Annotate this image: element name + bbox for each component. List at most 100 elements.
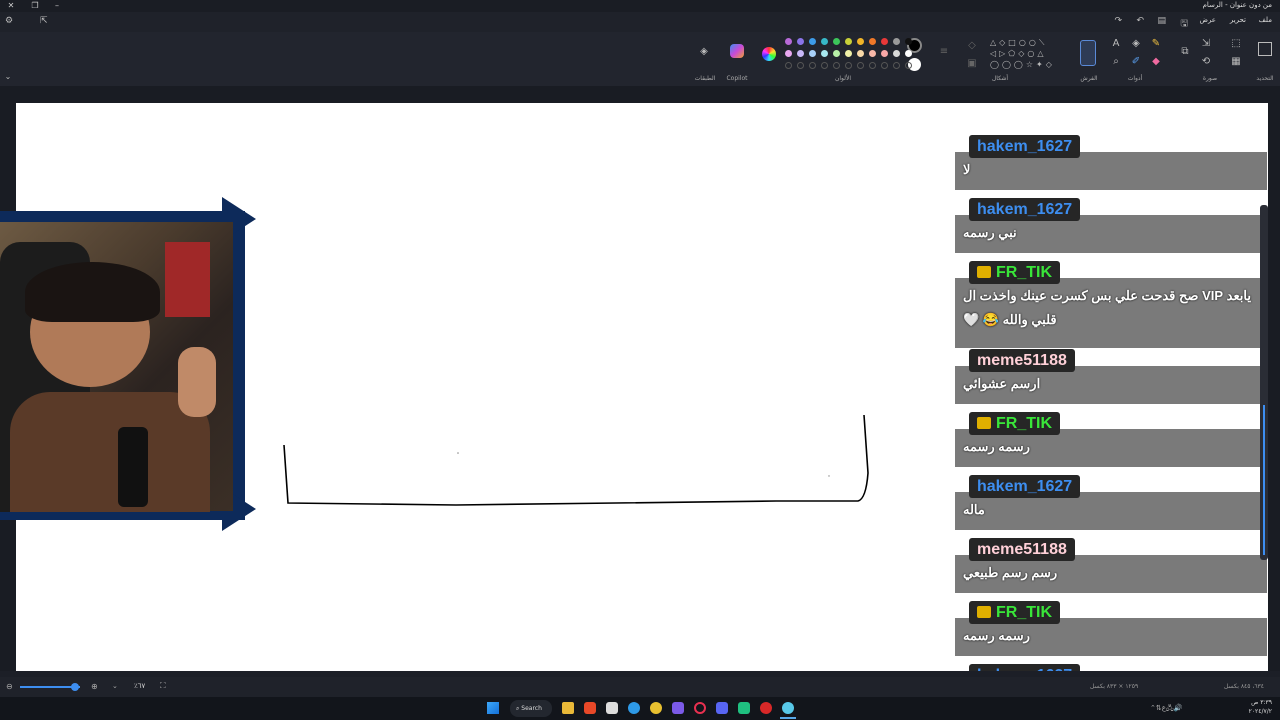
open-icon[interactable]: ▤ [1157,16,1166,26]
redo-icon[interactable]: ↷ [1114,16,1122,26]
chat-username: FR_TIK [969,412,1060,435]
fill-shape-icon[interactable]: ▣ [966,58,978,69]
zoom-in-icon[interactable]: ⊕ [91,682,98,691]
custom-color-slot[interactable] [785,62,792,69]
clock-time[interactable]: ٣:٣٩ ص [1251,699,1272,706]
brush-icon[interactable] [1080,40,1096,66]
color-swatch[interactable] [905,38,912,45]
eraser-tool-icon[interactable]: ◆ [1150,56,1162,67]
file-explorer-icon[interactable] [562,702,574,714]
scroll-thumb[interactable] [1263,405,1265,555]
color-picker-icon[interactable]: ✐ [1130,56,1142,67]
color-swatch[interactable] [809,38,816,45]
custom-color-slot[interactable] [893,62,900,69]
color-swatch[interactable] [869,50,876,57]
group-label-select: التحديد [1256,75,1274,82]
chat-username-text: hakem_1627 [977,201,1073,218]
menu-view[interactable]: عرض [1199,16,1216,24]
select-icon[interactable] [1258,42,1272,56]
close-window-button[interactable]: ✕ [4,0,18,11]
zoom-level[interactable]: ٪٦٧ [134,682,145,690]
image-gallery-icon[interactable]: ▦ [1230,56,1242,67]
paint-icon[interactable] [782,702,794,714]
color-swatch[interactable] [881,50,888,57]
text-tool-icon[interactable]: A [1110,38,1122,49]
color-swatch[interactable] [785,50,792,57]
opera-icon[interactable] [694,702,706,714]
start-button[interactable] [487,702,499,714]
crop-icon[interactable]: ⧉ [1178,46,1192,57]
chat-message-text: ارسم عشوائي [963,376,1041,391]
fit-to-window-icon[interactable]: ⛶ [160,681,166,691]
store-icon[interactable] [606,702,618,714]
custom-color-slot[interactable] [845,62,852,69]
zoom-out-icon[interactable]: ⊖ [6,682,13,691]
title-bar: ✕ ❐ – من دون عنوان - الرسام [0,0,1280,12]
color-swatch[interactable] [821,50,828,57]
discord-icon[interactable] [716,702,728,714]
save-icon[interactable]: 🖫 [1180,16,1188,32]
custom-color-slot[interactable] [869,62,876,69]
rotate-icon[interactable]: ⟲ [1200,56,1212,67]
vertical-scrollbar[interactable] [1260,205,1268,560]
app2-icon[interactable] [738,702,750,714]
color-swatch[interactable] [893,38,900,45]
outline-icon[interactable]: ◇ [966,40,978,51]
custom-color-slot[interactable] [881,62,888,69]
custom-color-slot[interactable] [809,62,816,69]
color-swatch[interactable] [785,38,792,45]
color-swatch[interactable] [857,38,864,45]
undo-icon[interactable]: ↶ [1136,16,1144,26]
color-swatch[interactable] [797,38,804,45]
active-indicator [780,717,796,719]
collapse-ribbon-icon[interactable]: ⌄ [3,72,13,81]
zoom-slider-thumb[interactable] [71,683,79,691]
edge-icon[interactable] [628,702,640,714]
chrome-icon[interactable] [650,702,662,714]
custom-color-slot[interactable] [833,62,840,69]
copilot-icon[interactable] [730,44,744,58]
color-swatch[interactable] [845,50,852,57]
minimize-window-button[interactable]: – [50,0,64,11]
color-swatch[interactable] [845,38,852,45]
stroke-size-icon[interactable]: ≡ [938,46,950,57]
custom-color-slot[interactable] [821,62,828,69]
custom-color-slot[interactable] [797,62,804,69]
share-icon[interactable]: ⇱ [40,16,48,26]
color-swatch[interactable] [821,38,828,45]
color-swatch[interactable] [809,50,816,57]
color-swatch[interactable] [833,38,840,45]
custom-color-slot[interactable] [857,62,864,69]
color-palette[interactable] [785,38,912,74]
maximize-window-button[interactable]: ❐ [28,0,42,11]
zoom-dropdown-icon[interactable]: ⌄ [112,682,118,690]
color-swatch[interactable] [857,50,864,57]
pencil-tool-icon[interactable]: ✎ [1150,38,1162,49]
settings-icon[interactable]: ⚙ [5,16,13,26]
color-swatch[interactable] [893,50,900,57]
color-swatch[interactable] [869,38,876,45]
webcam-video [0,222,233,512]
color-swatch[interactable] [905,50,912,57]
dot [457,452,459,454]
obs-icon[interactable] [760,702,772,714]
resize-icon[interactable]: ⇲ [1200,38,1212,49]
menu-file[interactable]: ملف [1259,16,1272,24]
shapes-gallery[interactable]: △◇□○○⟍ ◁▷⬠◇○△ ◯◯◯☆✦◇ [990,37,1064,69]
clock-date[interactable]: ٢٠٢٤/٧/٢ [1249,708,1272,715]
search-box[interactable]: ⌕ Search [510,700,552,717]
app-icon[interactable] [672,702,684,714]
color-swatch[interactable] [881,38,888,45]
menu-edit[interactable]: تحرير [1230,16,1246,24]
edit-colors-icon[interactable] [762,47,776,61]
fill-tool-icon[interactable]: ◈ [1130,38,1142,49]
layers-icon[interactable]: ◈ [697,46,711,57]
brave-icon[interactable] [584,702,596,714]
select-image-icon[interactable]: ⬚ [1230,38,1242,49]
color-swatch[interactable] [797,50,804,57]
magnifier-tool-icon[interactable]: ⌕ [1110,56,1122,67]
drawn-line [283,414,869,506]
custom-color-slot[interactable] [905,62,912,69]
tray-icons[interactable]: ⌃⇅ع🖧🔊 [1150,704,1182,715]
color-swatch[interactable] [833,50,840,57]
